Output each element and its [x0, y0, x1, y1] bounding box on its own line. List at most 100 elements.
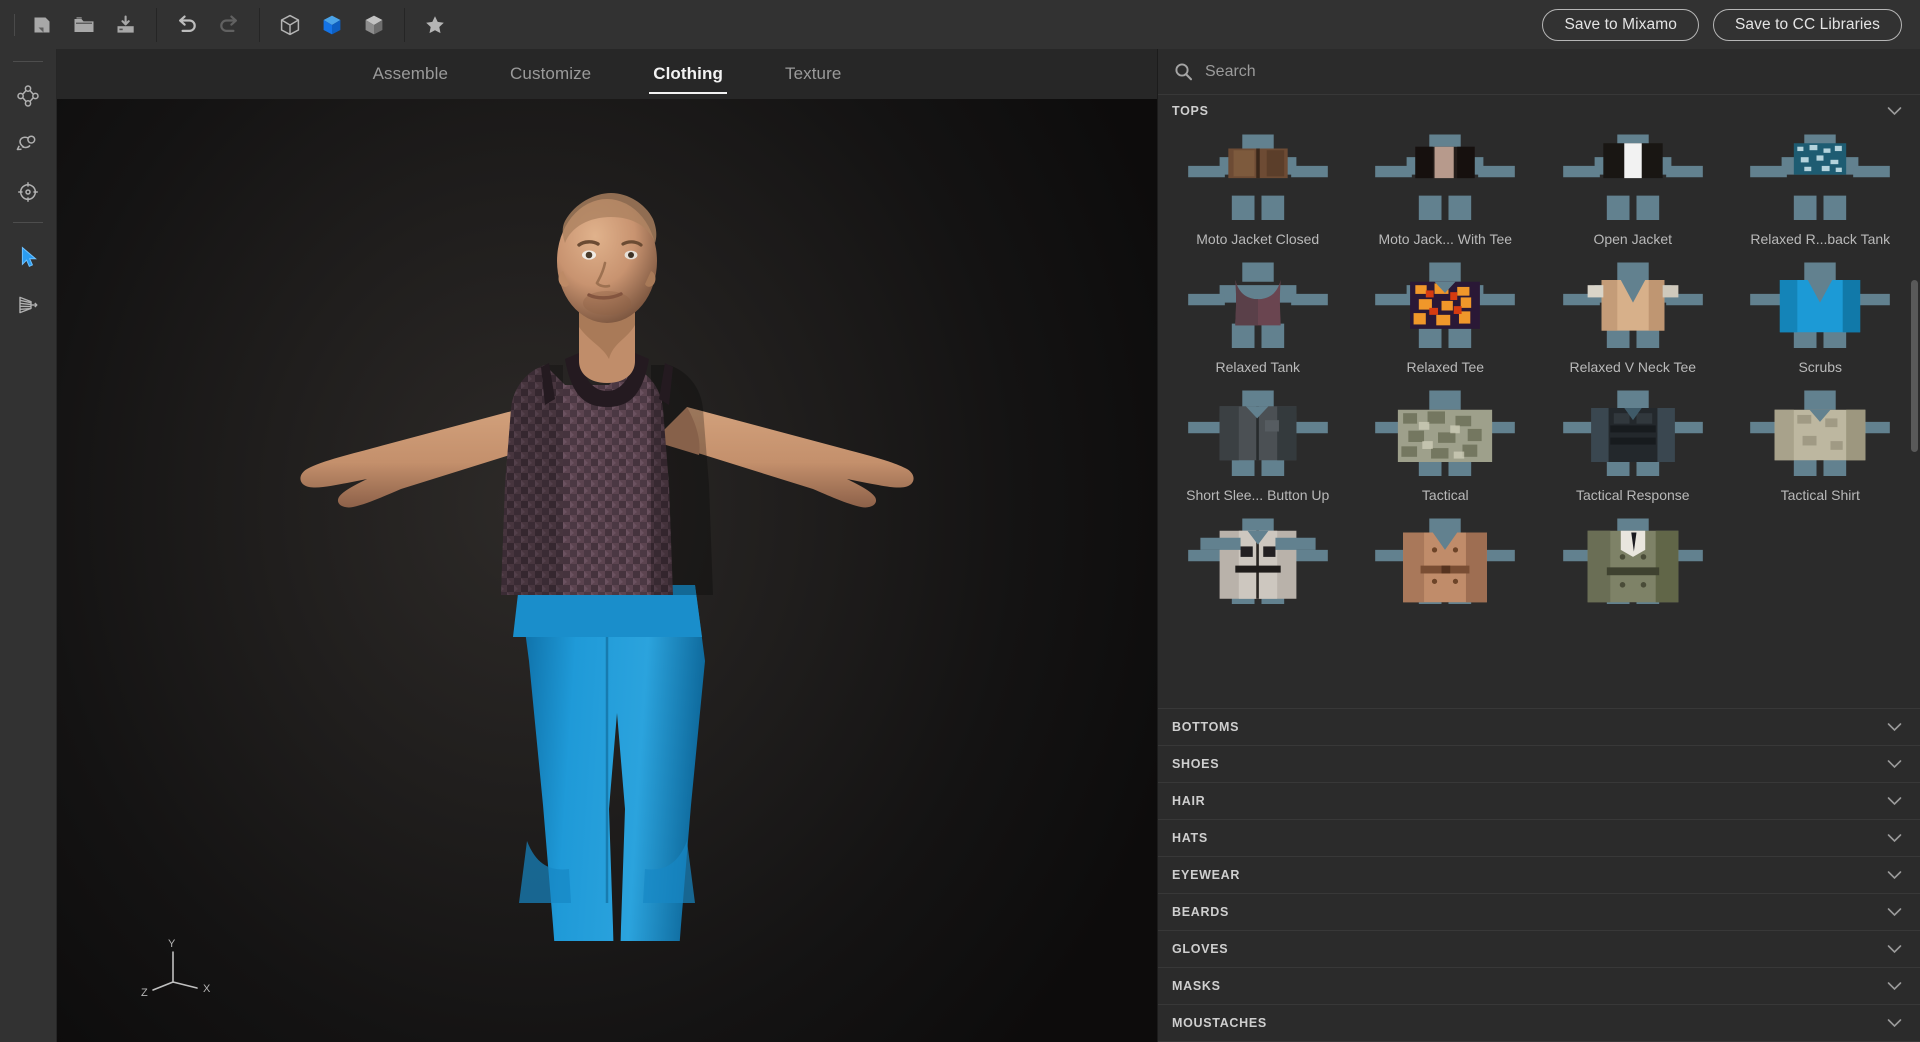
chevron-down-icon[interactable] — [1887, 944, 1902, 954]
category-section-label: GLOVES — [1172, 942, 1228, 956]
library-scroll-area[interactable]: TOPS Moto Jacket Closed Moto Jack... Wit… — [1158, 95, 1920, 708]
category-section-bottoms[interactable]: BOTTOMS — [1158, 708, 1920, 745]
category-accordion: BOTTOMS SHOES HAIRHATSEYEWEARBEARDS GLOVES M… — [1158, 708, 1920, 1042]
clothing-item[interactable]: Relaxed V Neck Tee — [1539, 255, 1727, 383]
clothing-item-label: Scrubs — [1798, 359, 1842, 375]
app-root: Save to Mixamo Save to CC Libraries — [0, 0, 1920, 1042]
clothing-thumbnail[interactable] — [1732, 387, 1908, 483]
open-folder-icon[interactable] — [63, 5, 105, 45]
clothing-item[interactable]: Relaxed Tee — [1352, 255, 1540, 383]
category-section-label: MOUSTACHES — [1172, 1016, 1267, 1030]
clothing-thumbnail[interactable] — [1170, 387, 1346, 483]
clothing-item[interactable]: Relaxed R...back Tank — [1727, 127, 1915, 255]
clothing-thumbnail[interactable] — [1170, 131, 1346, 227]
clothing-item[interactable] — [1539, 511, 1727, 623]
category-section-hats[interactable]: HATS — [1158, 819, 1920, 856]
chevron-down-icon[interactable] — [1887, 981, 1902, 991]
save-to-mixamo-button[interactable]: Save to Mixamo — [1542, 9, 1699, 41]
axis-label-x: X — [203, 983, 211, 995]
clothing-item[interactable]: Relaxed Tank — [1164, 255, 1352, 383]
clothing-item-label: Moto Jack... With Tee — [1378, 231, 1512, 247]
undo-icon[interactable] — [166, 5, 208, 45]
chevron-down-icon[interactable] — [1887, 106, 1902, 116]
clothing-item[interactable]: Tactical — [1352, 383, 1540, 511]
clothing-thumbnail[interactable] — [1170, 515, 1346, 611]
clothing-thumbnail[interactable] — [1545, 387, 1721, 483]
save-to-cc-libraries-button[interactable]: Save to CC Libraries — [1713, 9, 1902, 41]
clothing-thumbnail[interactable] — [1357, 259, 1533, 355]
file-tool-group — [21, 5, 147, 45]
clothing-thumbnail[interactable] — [1357, 131, 1533, 227]
clothing-item-label: Relaxed V Neck Tee — [1569, 359, 1696, 375]
clothing-item[interactable]: Tactical Response — [1539, 383, 1727, 511]
tab-customize[interactable]: Customize — [506, 52, 595, 97]
view-mode-group — [269, 5, 395, 45]
chevron-down-icon[interactable] — [1887, 870, 1902, 880]
clothing-item[interactable]: Short Slee... Button Up — [1164, 383, 1352, 511]
star-icon[interactable] — [414, 5, 456, 45]
toolbar-divider-1 — [156, 8, 157, 42]
clothing-item[interactable]: Tactical Shirt — [1727, 383, 1915, 511]
clothing-item-label: Open Jacket — [1593, 231, 1672, 247]
category-section-label: SHOES — [1172, 757, 1219, 771]
clothing-thumbnail[interactable] — [1357, 387, 1533, 483]
chevron-down-icon[interactable] — [1887, 759, 1902, 769]
chevron-down-icon[interactable] — [1887, 796, 1902, 806]
tab-assemble[interactable]: Assemble — [369, 52, 452, 97]
import-icon[interactable] — [105, 5, 147, 45]
sidebar-item-move[interactable] — [6, 72, 50, 120]
chevron-down-icon[interactable] — [1887, 1018, 1902, 1028]
clothing-item-label: Relaxed Tank — [1215, 359, 1300, 375]
category-section-gloves[interactable]: GLOVES — [1158, 930, 1920, 967]
clothing-thumbnail[interactable] — [1545, 259, 1721, 355]
category-section-hair[interactable]: HAIR — [1158, 782, 1920, 819]
clothing-item[interactable] — [1164, 511, 1352, 623]
3d-viewport[interactable]: Assemble Customize Clothing Texture — [57, 49, 1157, 1042]
cube-wireframe-icon[interactable] — [269, 5, 311, 45]
section-header-tops[interactable]: TOPS — [1158, 95, 1920, 127]
search-input[interactable] — [1205, 63, 1920, 81]
search-bar[interactable] — [1158, 49, 1920, 95]
sidebar-item-target[interactable] — [6, 168, 50, 216]
redo-icon[interactable] — [208, 5, 250, 45]
tops-item-grid: Moto Jacket Closed Moto Jack... With Tee… — [1158, 127, 1920, 623]
clothing-item-label: Moto Jacket Closed — [1196, 231, 1319, 247]
viewport-tabs: Assemble Customize Clothing Texture — [57, 49, 1157, 99]
sidebar-item-orbit[interactable] — [6, 120, 50, 168]
chevron-down-icon[interactable] — [1887, 907, 1902, 917]
cube-solid-blue-icon[interactable] — [311, 5, 353, 45]
clothing-item[interactable]: Scrubs — [1727, 255, 1915, 383]
toolbar-divider-3 — [404, 8, 405, 42]
chevron-down-icon[interactable] — [1887, 833, 1902, 843]
new-project-icon[interactable] — [21, 5, 63, 45]
axis-label-y: Y — [168, 938, 176, 950]
clothing-item[interactable]: Open Jacket — [1539, 127, 1727, 255]
clothing-thumbnail[interactable] — [1732, 259, 1908, 355]
clothing-thumbnail[interactable] — [1170, 259, 1346, 355]
clothing-item-label: Short Slee... Button Up — [1186, 487, 1329, 503]
cube-shaded-icon[interactable] — [353, 5, 395, 45]
tab-texture[interactable]: Texture — [781, 52, 845, 97]
category-section-moustaches[interactable]: MOUSTACHES — [1158, 1004, 1920, 1041]
category-section-masks[interactable]: MASKS — [1158, 967, 1920, 1004]
category-section-beards[interactable]: BEARDS — [1158, 893, 1920, 930]
library-scrollbar[interactable] — [1911, 95, 1918, 708]
chevron-down-icon[interactable] — [1887, 722, 1902, 732]
clothing-item[interactable]: Moto Jack... With Tee — [1352, 127, 1540, 255]
tab-clothing[interactable]: Clothing — [649, 52, 727, 97]
library-scrollbar-thumb[interactable] — [1911, 280, 1918, 452]
category-section-eyewear[interactable]: EYEWEAR — [1158, 856, 1920, 893]
sidebar-item-select[interactable] — [6, 233, 50, 281]
character-model[interactable] — [227, 151, 987, 941]
sidebar-item-skeleton[interactable] — [6, 281, 50, 329]
axis-label-z: Z — [141, 987, 148, 999]
clothing-thumbnail[interactable] — [1732, 131, 1908, 227]
clothing-thumbnail[interactable] — [1545, 515, 1721, 611]
clothing-item[interactable]: Moto Jacket Closed — [1164, 127, 1352, 255]
toolbar-start-divider — [14, 14, 15, 36]
clothing-item[interactable] — [1352, 511, 1540, 623]
clothing-thumbnail[interactable] — [1545, 131, 1721, 227]
category-section-shoes[interactable]: SHOES — [1158, 745, 1920, 782]
category-section-label: MASKS — [1172, 979, 1221, 993]
clothing-thumbnail[interactable] — [1357, 515, 1533, 611]
